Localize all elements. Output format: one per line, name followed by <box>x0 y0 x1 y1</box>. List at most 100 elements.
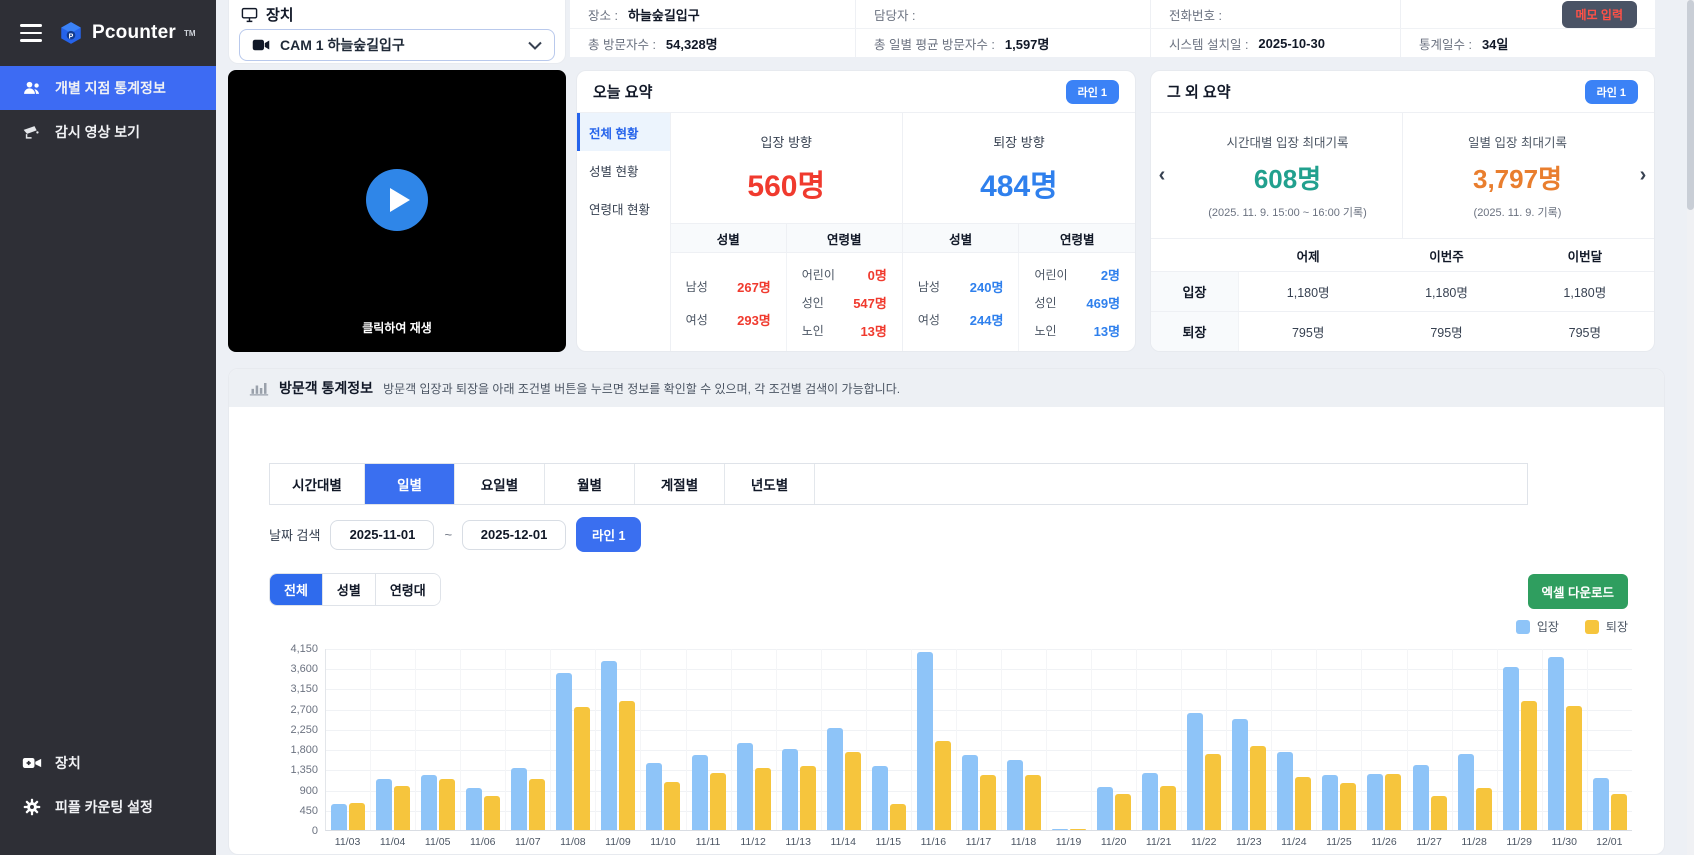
bar-입장[interactable] <box>961 754 978 830</box>
bar-퇴장[interactable] <box>799 765 816 830</box>
bar-group <box>1586 649 1632 830</box>
bar-입장[interactable] <box>1052 829 1069 830</box>
sidebar-item-devices[interactable]: 장치 <box>0 741 216 785</box>
bar-입장[interactable] <box>1277 752 1294 830</box>
bar-입장[interactable] <box>871 765 888 830</box>
bar-퇴장[interactable] <box>349 802 366 830</box>
bar-입장[interactable] <box>1097 787 1114 830</box>
bar-입장[interactable] <box>1547 657 1564 830</box>
bar-퇴장[interactable] <box>754 768 771 830</box>
bar-입장[interactable] <box>1232 719 1249 830</box>
bar-입장[interactable] <box>646 762 663 830</box>
tab-seasonal[interactable]: 계절별 <box>635 464 725 504</box>
bar-퇴장[interactable] <box>439 779 456 830</box>
bar-입장[interactable] <box>1457 753 1474 830</box>
line-badge[interactable]: 라인 1 <box>1065 79 1119 104</box>
legend-item-퇴장[interactable]: 퇴장 <box>1584 618 1628 635</box>
tab-monthly[interactable]: 월별 <box>545 464 635 504</box>
bar-퇴장[interactable] <box>889 804 906 830</box>
bar-퇴장[interactable] <box>934 741 951 830</box>
bar-입장[interactable] <box>1412 764 1429 830</box>
bar-퇴장[interactable] <box>529 779 546 830</box>
info-memo: 메모 입력 <box>1400 0 1655 28</box>
bar-퇴장[interactable] <box>709 772 726 830</box>
date-to-input[interactable] <box>462 519 567 550</box>
line-badge[interactable]: 라인 1 <box>1584 79 1638 104</box>
bar-퇴장[interactable] <box>1565 705 1582 830</box>
filter-age[interactable]: 연령대 <box>375 573 440 605</box>
tab-daily[interactable]: 일별 <box>365 464 455 504</box>
excel-download-button[interactable]: 엑셀 다운로드 <box>1527 574 1628 609</box>
bar-퇴장[interactable] <box>1385 774 1402 830</box>
page-scrollbar[interactable] <box>1687 0 1694 855</box>
date-from-input[interactable] <box>330 519 435 550</box>
bar-입장[interactable] <box>781 749 798 830</box>
play-button[interactable] <box>366 168 428 231</box>
bar-퇴장[interactable] <box>1115 794 1132 830</box>
bar-퇴장[interactable] <box>1295 777 1312 830</box>
bar-퇴장[interactable] <box>1250 746 1267 830</box>
bar-입장[interactable] <box>1187 713 1204 830</box>
today-summary-title: 오늘 요약 <box>593 84 653 101</box>
bar-입장[interactable] <box>466 787 483 830</box>
bar-group <box>1316 649 1361 830</box>
exit-senior-row: 노인 13명 <box>1034 324 1121 339</box>
bar-퇴장[interactable] <box>1024 775 1041 830</box>
memo-input-button[interactable]: 메모 입력 <box>1561 0 1637 28</box>
bar-입장[interactable] <box>1142 772 1159 830</box>
bar-입장[interactable] <box>376 779 393 830</box>
bar-입장[interactable] <box>916 652 933 830</box>
bar-입장[interactable] <box>1322 775 1339 830</box>
bar-입장[interactable] <box>421 775 438 830</box>
bar-퇴장[interactable] <box>1520 700 1537 830</box>
bar-입장[interactable] <box>691 754 708 830</box>
bar-입장[interactable] <box>331 803 348 830</box>
carousel-left-icon[interactable]: ‹ <box>1151 113 1173 238</box>
tab-hourly[interactable]: 시간대별 <box>270 464 365 504</box>
bar-퇴장[interactable] <box>1340 783 1357 830</box>
tab-weekday[interactable]: 요일별 <box>455 464 545 504</box>
menu-hamburger-icon[interactable] <box>20 24 42 42</box>
bar-퇴장[interactable] <box>664 781 681 830</box>
bar-입장[interactable] <box>1592 778 1609 830</box>
bar-퇴장[interactable] <box>574 706 591 830</box>
bar-입장[interactable] <box>1502 666 1519 830</box>
bar-입장[interactable] <box>736 743 753 830</box>
tab-age-status[interactable]: 연령대 현황 <box>577 189 670 227</box>
tab-overall-status[interactable]: 전체 현황 <box>577 113 670 151</box>
bar-퇴장[interactable] <box>1160 786 1177 830</box>
bar-퇴장[interactable] <box>1070 829 1087 830</box>
filter-all[interactable]: 전체 <box>270 573 323 605</box>
bar-입장[interactable] <box>511 768 528 830</box>
filter-gender[interactable]: 성별 <box>322 573 376 605</box>
bar-퇴장[interactable] <box>1610 793 1627 830</box>
x-axis-tick: 11/13 <box>785 836 811 848</box>
logo-tm: TM <box>183 28 196 38</box>
tab-yearly[interactable]: 년도별 <box>725 464 815 504</box>
bar-퇴장[interactable] <box>1205 753 1222 830</box>
bar-입장[interactable] <box>601 661 618 830</box>
sidebar-item-watch-video[interactable]: 감시 영상 보기 <box>0 110 216 154</box>
bar-입장[interactable] <box>1006 759 1023 830</box>
bar-퇴장[interactable] <box>979 775 996 830</box>
tab-gender-status[interactable]: 성별 현황 <box>577 151 670 189</box>
bar-퇴장[interactable] <box>619 701 636 830</box>
sidebar-item-counting-settings[interactable]: 피플 카운팅 설정 <box>0 785 216 829</box>
video-player[interactable]: 클릭하여 재생 <box>228 70 566 352</box>
bar-입장[interactable] <box>556 672 573 830</box>
bar-group <box>595 649 640 830</box>
legend-item-입장[interactable]: 입장 <box>1515 618 1559 635</box>
sidebar-item-branch-stats[interactable]: 개별 지점 통계정보 <box>0 66 216 110</box>
bar-퇴장[interactable] <box>484 795 501 830</box>
bar-입장[interactable] <box>1367 774 1384 830</box>
carousel-right-icon[interactable]: › <box>1632 113 1654 238</box>
exit-adult-row: 성인 469명 <box>1034 296 1121 311</box>
scrollbar-thumb[interactable] <box>1687 0 1694 210</box>
bar-입장[interactable] <box>826 728 843 830</box>
bar-퇴장[interactable] <box>394 786 411 830</box>
camera-select[interactable]: CAM 1 하늘숲길입구 <box>239 29 555 61</box>
bar-퇴장[interactable] <box>844 752 861 830</box>
line-select-button[interactable]: 라인 1 <box>576 517 642 552</box>
bar-퇴장[interactable] <box>1430 795 1447 830</box>
bar-퇴장[interactable] <box>1475 787 1492 830</box>
